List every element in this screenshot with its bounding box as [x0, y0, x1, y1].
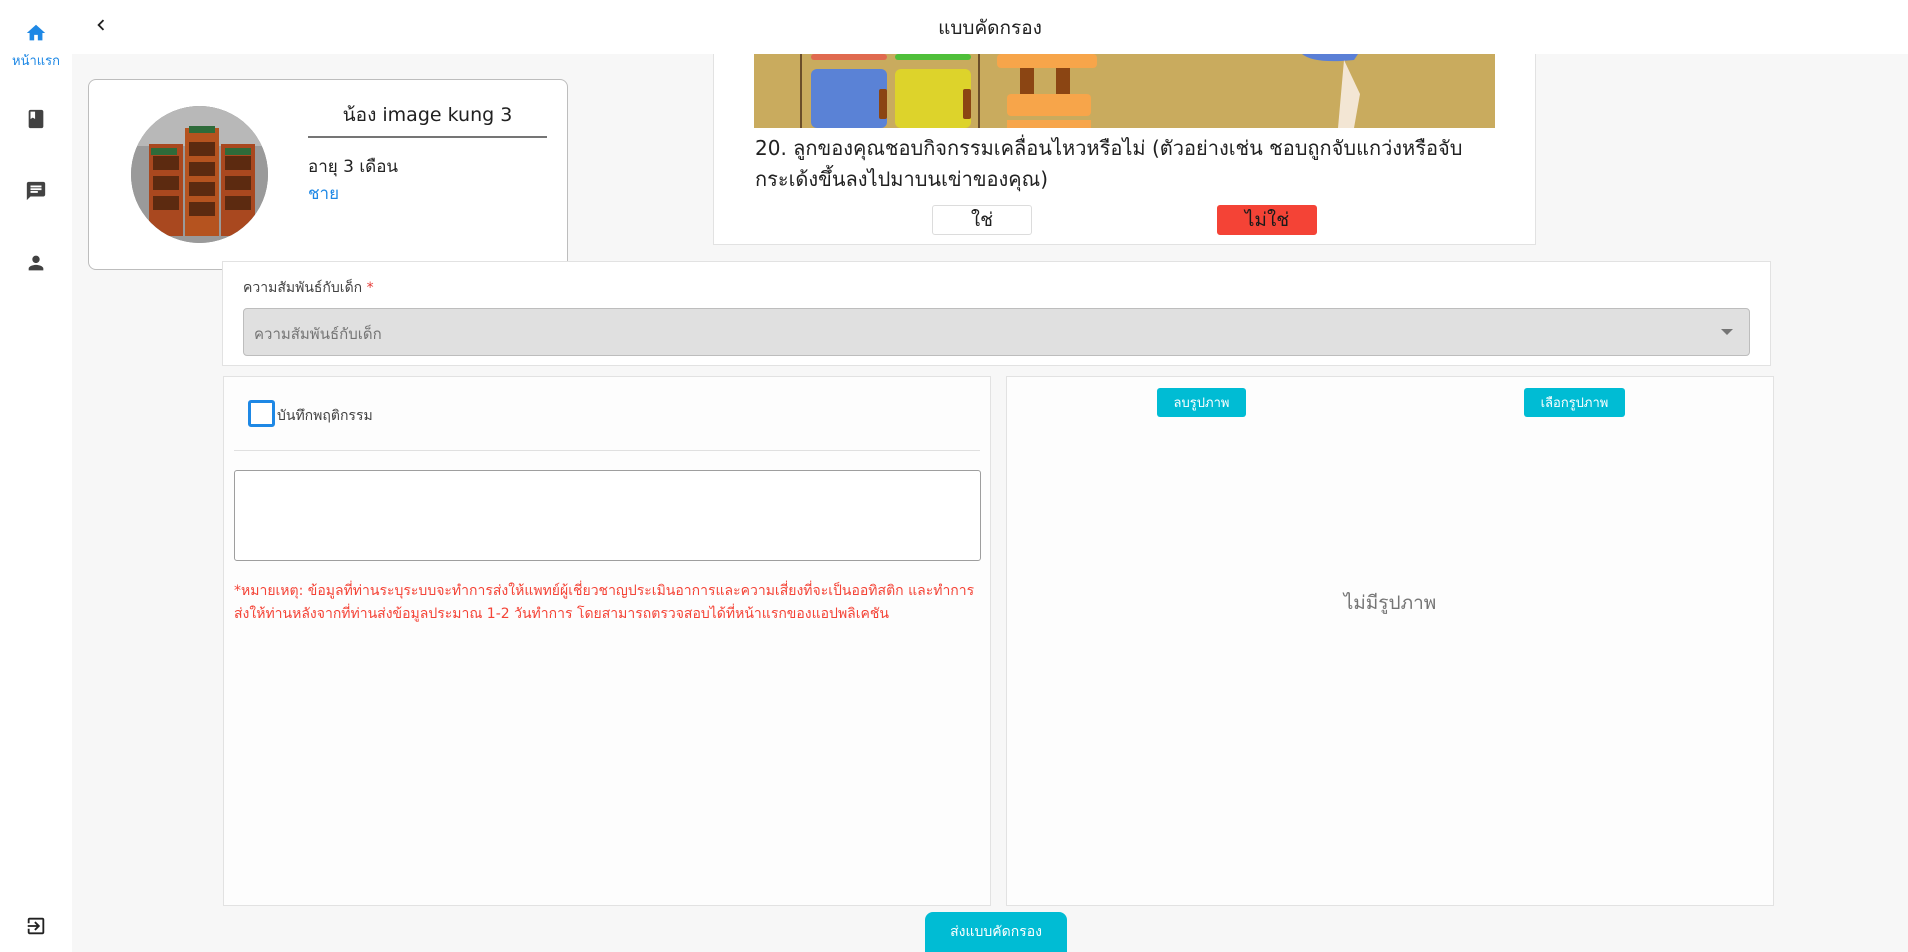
avatar — [131, 106, 268, 243]
empty-image-text: ไม่มีรูปภาพ — [1343, 592, 1437, 614]
question-text: 20. ลูกของคุณชอบกิจกรรมเคลื่อนไหวหรือไม่… — [755, 136, 1463, 191]
book-icon — [25, 108, 47, 134]
behavior-checkbox[interactable] — [248, 400, 275, 427]
question-illustration — [754, 54, 1495, 128]
divider — [234, 450, 980, 451]
yes-button[interactable]: ใช่ — [932, 205, 1032, 235]
no-button[interactable]: ไม่ใช่ — [1217, 205, 1317, 235]
sidebar-item-home[interactable]: หน้าแรก — [0, 22, 72, 71]
page-title: แบบคัดกรอง — [938, 17, 1042, 39]
sidebar-item-chat[interactable] — [0, 180, 72, 206]
sidebar-item-book[interactable] — [0, 108, 72, 134]
child-name: น้อง image kung 3 — [308, 100, 547, 138]
behavior-checkbox-label: บันทึกพฤติกรรม — [277, 408, 373, 424]
delete-image-button[interactable]: ลบรูปภาพ — [1157, 388, 1246, 417]
disclaimer-text: *หมายเหตุ: ข้อมูลที่ท่านระบุระบบจะทำการส… — [234, 583, 975, 622]
choose-image-button[interactable]: เลือกรูปภาพ — [1524, 388, 1625, 417]
child-age: อายุ 3 เดือน — [308, 157, 399, 177]
child-gender: ชาย — [308, 184, 340, 204]
behavior-notes-input[interactable] — [234, 470, 981, 561]
relationship-card: ความสัมพันธ์กับเด็ก * ความสัมพันธ์กับเด็… — [222, 261, 1771, 366]
person-icon — [25, 252, 47, 278]
top-bar: แบบคัดกรอง — [72, 0, 1908, 54]
question-card: 20. ลูกของคุณชอบกิจกรรมเคลื่อนไหวหรือไม่… — [713, 54, 1536, 245]
submit-screening-button[interactable]: ส่งแบบคัดกรอง — [925, 912, 1067, 952]
caret-down-icon — [1721, 329, 1733, 335]
relationship-placeholder: ความสัมพันธ์กับเด็ก — [254, 325, 382, 343]
chat-icon — [25, 180, 47, 206]
required-mark: * — [366, 280, 374, 296]
logout-icon — [25, 915, 47, 941]
home-icon — [25, 22, 47, 48]
sidebar: หน้าแรก — [0, 0, 72, 952]
image-card: ลบรูปภาพ เลือกรูปภาพ ไม่มีรูปภาพ — [1006, 376, 1774, 906]
relationship-select[interactable]: ความสัมพันธ์กับเด็ก — [243, 308, 1750, 356]
behavior-card: บันทึกพฤติกรรม *หมายเหตุ: ข้อมูลที่ท่านร… — [223, 376, 991, 906]
relationship-label-text: ความสัมพันธ์กับเด็ก — [243, 280, 363, 296]
child-profile-card: น้อง image kung 3 อายุ 3 เดือน ชาย — [88, 79, 568, 270]
relationship-label: ความสัมพันธ์กับเด็ก * — [243, 277, 374, 299]
sidebar-item-profile[interactable] — [0, 252, 72, 278]
sidebar-item-label: หน้าแรก — [12, 54, 60, 69]
sidebar-item-logout[interactable] — [0, 915, 72, 941]
